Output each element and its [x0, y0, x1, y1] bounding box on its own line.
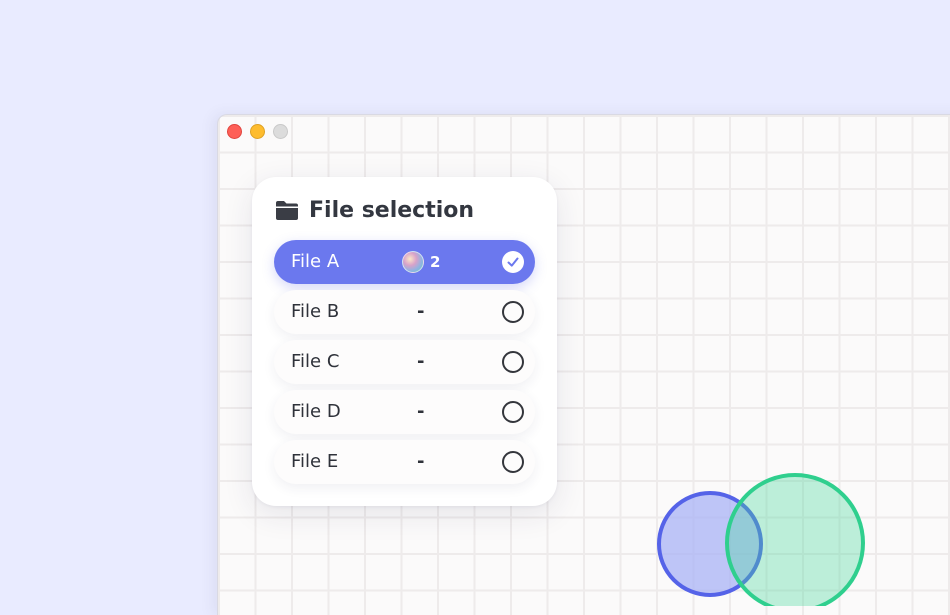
file-name: File A [291, 251, 340, 272]
panel-title: File selection [309, 197, 475, 223]
file-count: - [417, 301, 425, 322]
radio-circle-icon[interactable] [502, 401, 524, 423]
check-glyph-icon [507, 257, 519, 267]
folder-icon [276, 201, 298, 220]
file-row-b[interactable]: File B - [274, 290, 535, 334]
file-row-e[interactable]: File E - [274, 440, 535, 484]
venn-diagram [657, 473, 865, 606]
radio-circle-icon[interactable] [502, 301, 524, 323]
radio-circle-icon[interactable] [502, 351, 524, 373]
panel-header: File selection [274, 197, 474, 223]
minimize-window-button[interactable] [250, 124, 265, 139]
file-name: File B [291, 301, 340, 322]
file-name: File E [291, 451, 339, 472]
venn-circle-green [725, 473, 865, 606]
avatar [402, 251, 424, 273]
file-count: 2 [430, 253, 441, 271]
file-count: - [417, 451, 425, 472]
zoom-window-button[interactable] [273, 124, 288, 139]
file-count: - [417, 401, 425, 422]
file-count: - [417, 351, 425, 372]
file-meta: 2 [402, 251, 440, 273]
file-name: File D [291, 401, 341, 422]
file-name: File C [291, 351, 340, 372]
file-row-d[interactable]: File D - [274, 390, 535, 434]
checkmark-icon[interactable] [502, 251, 524, 273]
close-window-button[interactable] [227, 124, 242, 139]
radio-circle-icon[interactable] [502, 451, 524, 473]
file-row-c[interactable]: File C - [274, 340, 535, 384]
file-selection-panel: File selection File A 2 File B - File C … [252, 177, 557, 506]
file-row-a[interactable]: File A 2 [274, 240, 535, 284]
